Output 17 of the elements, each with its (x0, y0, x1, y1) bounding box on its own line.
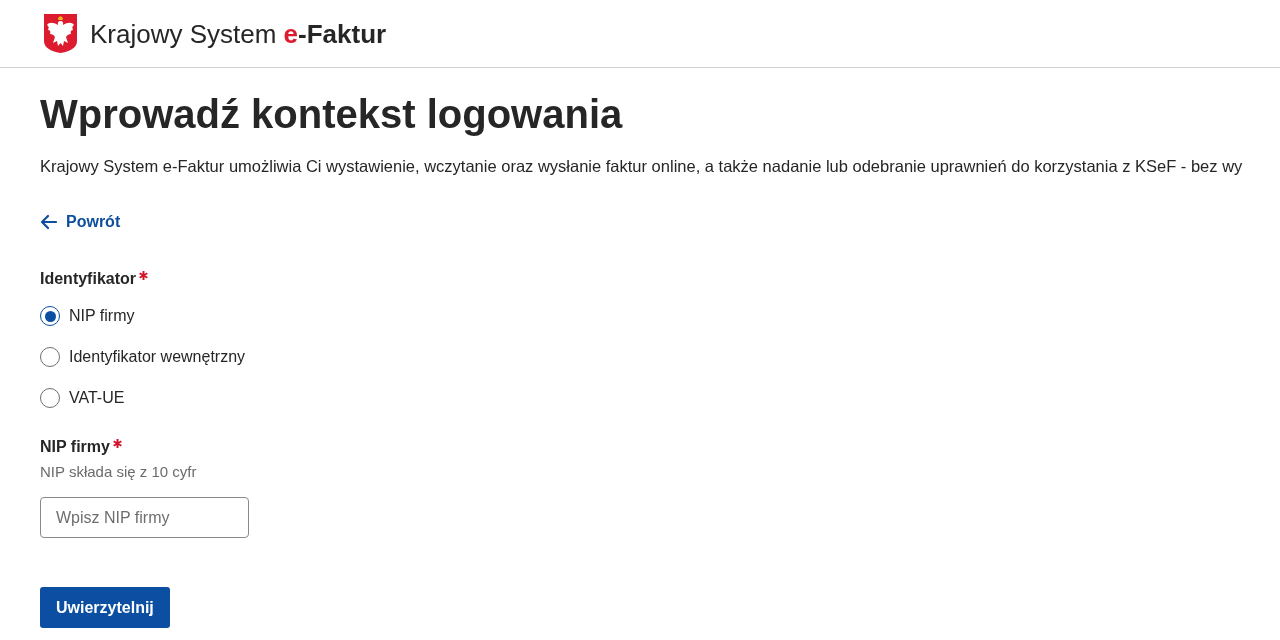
back-link[interactable]: Powrót (40, 210, 121, 234)
eagle-emblem-icon (43, 13, 78, 54)
arrow-left-icon (40, 214, 57, 230)
radio-label[interactable]: NIP firmy (69, 304, 135, 328)
page-heading: Wprowadź kontekst logowania (40, 91, 623, 138)
radio-label[interactable]: VAT-UE (69, 386, 125, 410)
radio-button[interactable] (40, 388, 60, 408)
nip-input-field[interactable]: Wpisz NIP firmy (40, 497, 249, 538)
nip-label: NIP firmy (40, 437, 110, 457)
identifier-label: Identyfikator (40, 269, 136, 289)
radio-button[interactable] (40, 306, 60, 326)
radio-label[interactable]: Identyfikator wewnętrzny (69, 345, 246, 369)
nip-hint: NIP składa się z 10 cyfr (40, 462, 197, 482)
radio-button[interactable] (40, 347, 60, 367)
site-title: Krajowy System e-Faktur (90, 17, 387, 50)
description-text: Krajowy System e-Faktur umożliwia Ci wystawienie, wczytanie oraz wysłanie faktur online, a także nadanie lub odebranie uprawnień do korzystania z KSeF - bez wy (40, 156, 1243, 177)
authenticate-button[interactable]: Uwierzytelnij (40, 587, 170, 628)
